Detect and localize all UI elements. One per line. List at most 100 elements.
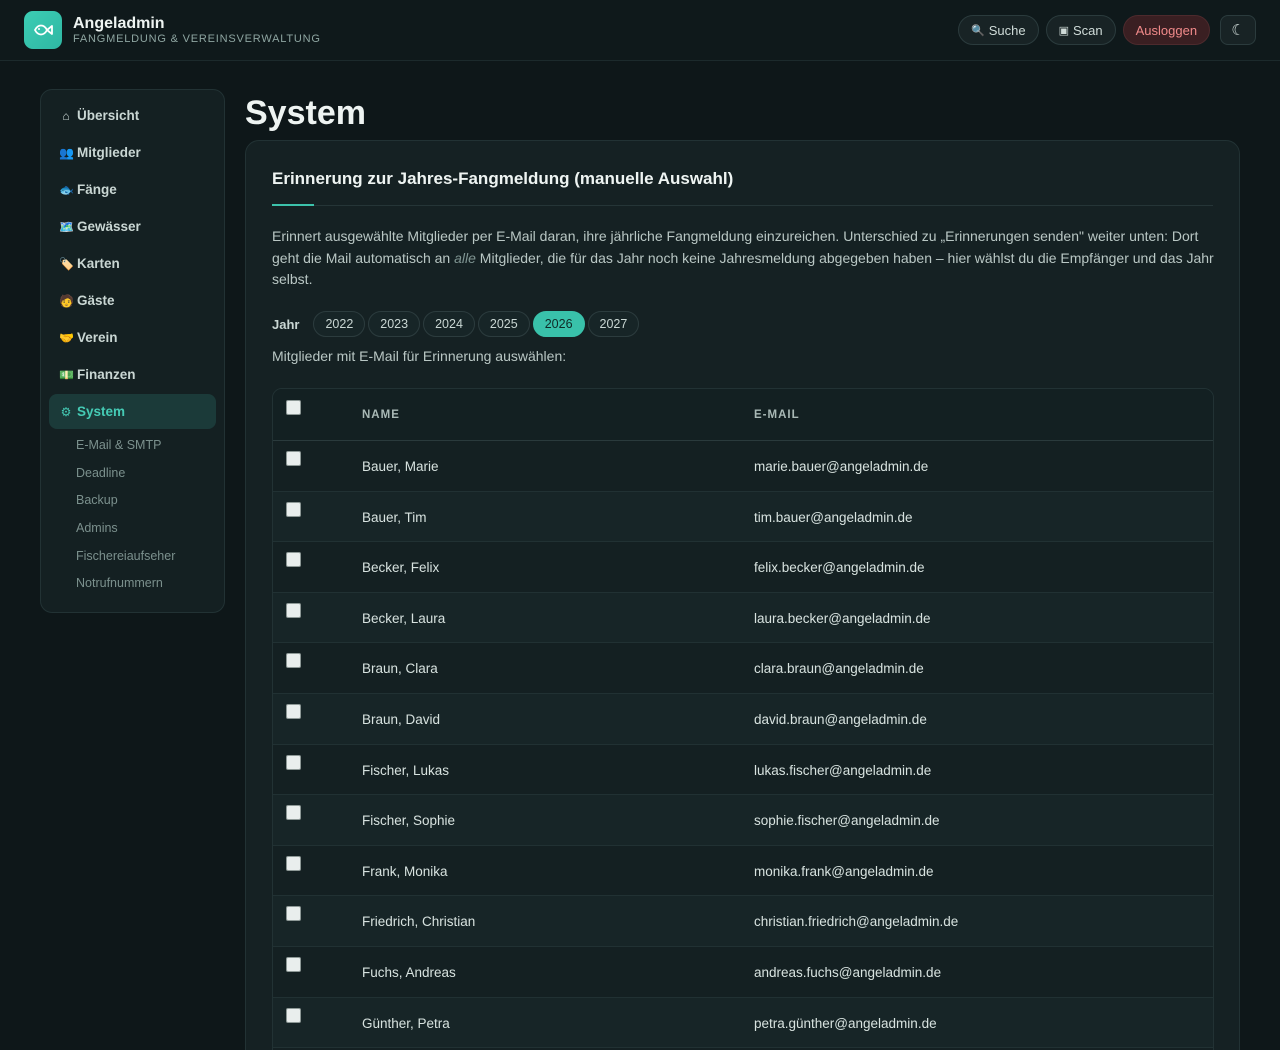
member-name: Bauer, Marie bbox=[362, 459, 439, 474]
scan-button-label: Scan bbox=[1072, 22, 1103, 38]
select-all-checkbox[interactable] bbox=[286, 400, 301, 415]
member-email: andreas.fuchs@angeladmin.de bbox=[754, 964, 942, 980]
member-name: Braun, Clara bbox=[362, 661, 438, 677]
row-checkbox[interactable] bbox=[286, 451, 301, 466]
row-checkbox[interactable] bbox=[286, 602, 301, 618]
row-checkbox[interactable] bbox=[286, 906, 301, 922]
card-title: Erinnerung zur Jahres-Fangmeldung (manue… bbox=[272, 169, 734, 188]
members-table: NAME E-MAIL Bauer, Marie marie.bauer@ange… bbox=[272, 388, 1214, 1050]
member-email: felix.becker@angeladmin.de bbox=[754, 560, 925, 576]
search-button-label: Suche bbox=[988, 22, 1026, 38]
member-name: Fischer, Lukas bbox=[362, 762, 450, 778]
sidebar-item-gewaesser[interactable]: 🗺️ Gewässer bbox=[49, 209, 216, 244]
year-label: Jahr bbox=[272, 316, 300, 332]
member-name: Friedrich, Christian bbox=[362, 914, 476, 930]
description: Erinnert ausgewählte Mitglieder per E-Ma… bbox=[272, 226, 1217, 291]
row-checkbox[interactable] bbox=[286, 754, 301, 770]
gear-icon: ⚙ bbox=[60, 404, 72, 419]
row-checkbox[interactable] bbox=[286, 956, 301, 972]
home-icon: ⌂ bbox=[62, 108, 70, 123]
sidebar-subitem-fischereiaufseher[interactable]: Fischereiaufseher bbox=[49, 542, 216, 570]
description-emphasis: alle bbox=[454, 249, 476, 266]
row-checkbox[interactable] bbox=[286, 501, 301, 517]
table-row[interactable]: Fischer, Lukas lukas.fischer@angeladmin.d… bbox=[273, 745, 1213, 796]
sidebar-item-faenge[interactable]: 🐟 Fänge bbox=[49, 172, 216, 207]
sidebar-item-label: Mitglieder bbox=[77, 145, 141, 160]
guest-icon: 🧑 bbox=[59, 293, 74, 308]
sidebar-item-label: Gewässer bbox=[77, 219, 141, 234]
member-name: Bauer, Tim bbox=[362, 509, 427, 525]
row-checkbox[interactable] bbox=[286, 653, 301, 669]
table-row[interactable]: Bauer, Marie marie.bauer@angeladmin.de bbox=[273, 441, 1213, 492]
member-email: petra.günther@angeladmin.de bbox=[754, 1015, 937, 1031]
member-email: christian.friedrich@angeladmin.de bbox=[754, 914, 959, 930]
sidebar-item-label: Finanzen bbox=[77, 367, 136, 382]
select-hint: Mitglieder mit E-Mail für Erinnerung aus… bbox=[272, 348, 567, 364]
member-email: sophie.fischer@angeladmin.de bbox=[754, 813, 940, 829]
member-email: tim.bauer@angeladmin.de bbox=[754, 509, 913, 525]
fish-icon: 🐟 bbox=[59, 182, 74, 197]
table-row[interactable]: Bauer, Tim tim.bauer@angeladmin.de bbox=[273, 491, 1213, 543]
member-name: Braun, David bbox=[362, 711, 441, 727]
brand[interactable]: Angeladmin FANGMELDUNG & VEREINSVERWALTU… bbox=[24, 11, 321, 49]
qr-scan-icon: ▣ bbox=[1058, 24, 1069, 37]
row-checkbox[interactable] bbox=[286, 1007, 301, 1023]
table-row[interactable]: Becker, Felix felix.becker@angeladmin.de bbox=[273, 542, 1213, 593]
table-row[interactable]: Braun, Clara clara.braun@angeladmin.de bbox=[273, 643, 1213, 694]
sidebar-item-karten[interactable]: 🏷️ Karten bbox=[49, 246, 216, 281]
theme-toggle-button[interactable]: ☾ bbox=[1220, 15, 1256, 45]
year-option-selected[interactable]: 2026 bbox=[532, 311, 585, 337]
sidebar-item-label: System bbox=[77, 404, 126, 419]
member-email: lukas.fischer@angeladmin.de bbox=[754, 762, 932, 778]
sidebar-subitem-email-smtp[interactable]: E-Mail & SMTP bbox=[49, 431, 216, 459]
logout-button[interactable]: Ausloggen bbox=[1122, 15, 1211, 45]
search-button[interactable]: 🔍 Suche bbox=[958, 15, 1039, 45]
sidebar-subitem-backup[interactable]: Backup bbox=[49, 486, 216, 514]
sidebar-item-uebersicht[interactable]: ⌂ Übersicht bbox=[49, 98, 216, 133]
year-option[interactable]: 2025 bbox=[477, 311, 530, 337]
sidebar: ⌂ Übersicht 👥 Mitglieder 🐟 Fänge 🗺️ Gewä… bbox=[40, 89, 225, 613]
sidebar-item-mitglieder[interactable]: 👥 Mitglieder bbox=[49, 135, 216, 170]
sidebar-item-label: Verein bbox=[77, 330, 118, 345]
year-selector: Jahr 2022 2023 2024 2025 2026 2027 bbox=[272, 311, 642, 337]
table-row[interactable]: Fuchs, Andreas andreas.fuchs@angeladmin.d… bbox=[273, 947, 1213, 998]
member-email: monika.frank@angeladmin.de bbox=[754, 863, 934, 879]
table-row[interactable]: Braun, David david.braun@angeladmin.de bbox=[273, 693, 1213, 745]
sidebar-item-verein[interactable]: 🤝 Verein bbox=[49, 320, 216, 355]
divider-accent bbox=[272, 204, 314, 206]
logout-button-label: Ausloggen bbox=[1135, 22, 1198, 38]
year-option[interactable]: 2023 bbox=[368, 311, 421, 337]
year-option[interactable]: 2027 bbox=[587, 311, 640, 337]
row-checkbox[interactable] bbox=[286, 805, 301, 821]
moon-icon: ☾ bbox=[1231, 22, 1245, 39]
table-row[interactable]: Frank, Monika monika.frank@angeladmin.de bbox=[273, 846, 1213, 897]
table-row[interactable]: Günther, Petra petra.günther@angeladmin.d… bbox=[273, 997, 1213, 1049]
table-header: NAME E-MAIL bbox=[273, 389, 1213, 441]
sidebar-item-system[interactable]: ⚙ System bbox=[49, 394, 216, 429]
member-name: Becker, Felix bbox=[362, 560, 440, 576]
sidebar-item-gaeste[interactable]: 🧑 Gäste bbox=[49, 283, 216, 318]
member-email: david.braun@angeladmin.de bbox=[754, 711, 927, 727]
year-option[interactable]: 2024 bbox=[423, 311, 475, 337]
table-row[interactable]: Fischer, Sophie sophie.fischer@angeladmin… bbox=[273, 795, 1213, 846]
year-option[interactable]: 2022 bbox=[313, 311, 366, 337]
column-header-email[interactable]: E-MAIL bbox=[754, 409, 800, 421]
table-row[interactable]: Becker, Laura laura.becker@angeladmin.de bbox=[273, 592, 1213, 644]
sidebar-item-label: Übersicht bbox=[77, 108, 140, 123]
member-name: Frank, Monika bbox=[362, 863, 448, 879]
row-checkbox[interactable] bbox=[286, 552, 301, 568]
sidebar-item-finanzen[interactable]: 💵 Finanzen bbox=[49, 357, 216, 392]
sidebar-subitem-deadline[interactable]: Deadline bbox=[49, 459, 216, 487]
member-name: Fischer, Sophie bbox=[362, 813, 456, 829]
scan-button[interactable]: ▣ Scan bbox=[1045, 15, 1116, 45]
column-header-name[interactable]: NAME bbox=[362, 409, 400, 421]
row-checkbox[interactable] bbox=[286, 703, 301, 719]
row-checkbox[interactable] bbox=[286, 855, 301, 871]
sidebar-subitem-notrufnummern[interactable]: Notrufnummern bbox=[49, 569, 216, 597]
money-icon: 💵 bbox=[59, 367, 74, 382]
sidebar-subitem-admins[interactable]: Admins bbox=[49, 514, 216, 542]
member-name: Fuchs, Andreas bbox=[362, 964, 456, 980]
app-subtitle: FANGMELDUNG & VEREINSVERWALTUNG bbox=[73, 33, 321, 45]
table-row[interactable]: Friedrich, Christian christian.friedrich@… bbox=[273, 896, 1213, 947]
sidebar-item-label: Gäste bbox=[77, 293, 115, 308]
